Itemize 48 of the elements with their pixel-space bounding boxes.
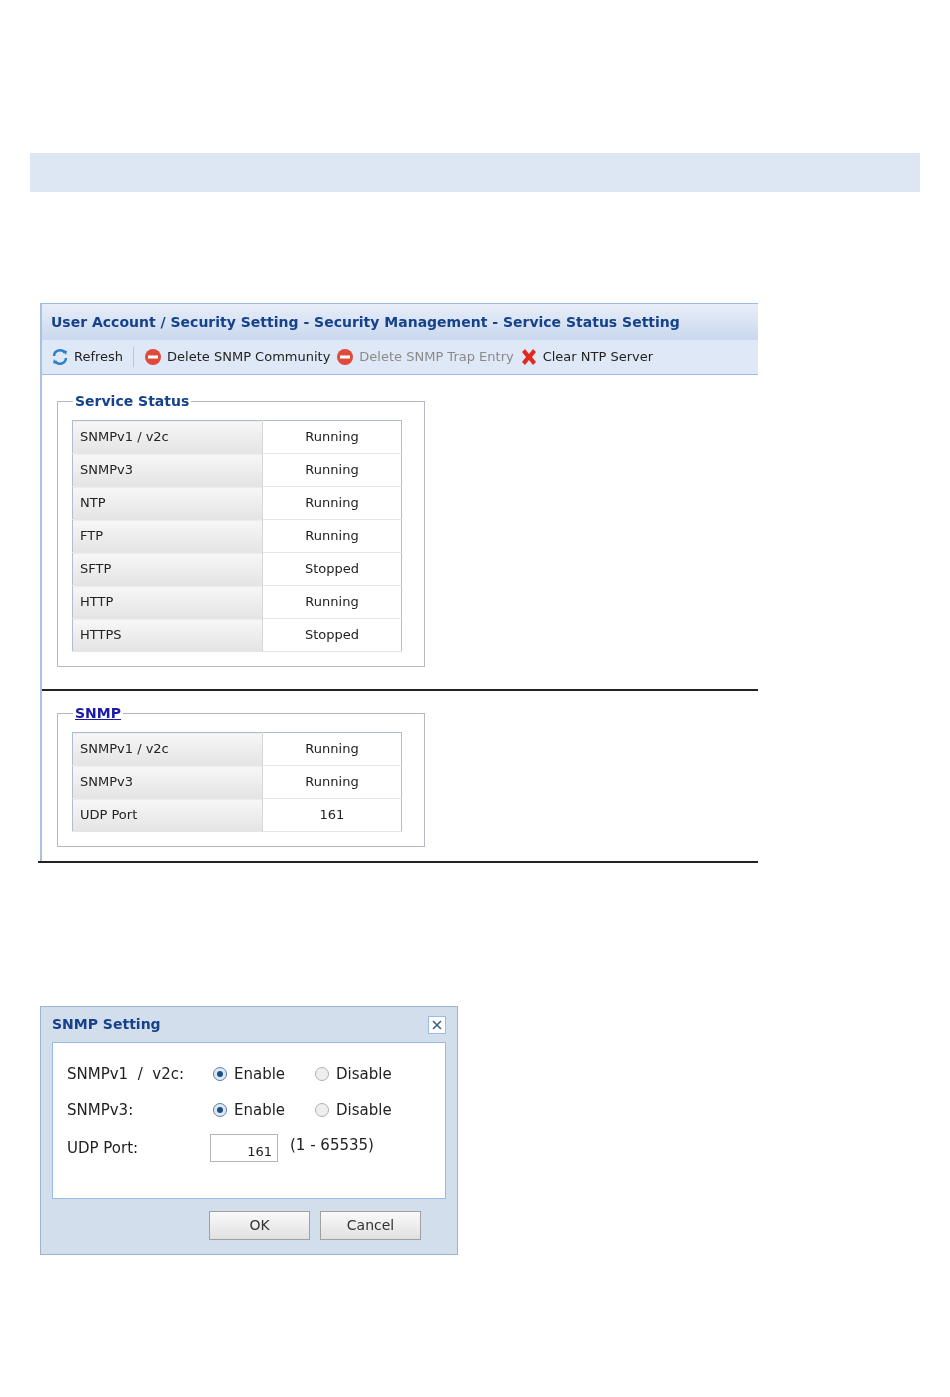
table-cell: Running xyxy=(262,420,402,454)
refresh-icon xyxy=(51,348,69,366)
toolbar-button[interactable]: Refresh xyxy=(51,347,124,367)
table-cell: NTP xyxy=(72,486,263,520)
port-field[interactable]: 161 xyxy=(210,1134,278,1162)
table-cell: Running xyxy=(262,765,402,799)
table-cell: HTTPS xyxy=(72,618,263,652)
toolbar-button[interactable]: Clear NTP Server xyxy=(519,347,654,367)
range-hint: (1 - 65535) xyxy=(290,1134,374,1156)
table-cell: FTP xyxy=(72,519,263,553)
table-cell: 161 xyxy=(262,798,402,832)
close-button[interactable] xyxy=(428,1015,446,1034)
dialog-title: SNMP Setting xyxy=(52,1015,161,1034)
field-label: UDP Port: xyxy=(67,1137,140,1159)
table-cell: Running xyxy=(262,453,402,487)
radio-button[interactable] xyxy=(315,1103,329,1117)
toolbar-button[interactable]: Delete SNMP Community xyxy=(144,347,331,367)
table-cell: Running xyxy=(262,732,402,766)
section-link[interactable]: SNMP xyxy=(73,703,123,724)
section-legend: Service Status xyxy=(73,391,192,412)
table-cell: Stopped xyxy=(262,552,402,586)
radio-button[interactable] xyxy=(213,1067,227,1081)
radio-option[interactable]: Disable xyxy=(315,1098,417,1122)
table-cell: SNMPv3 xyxy=(72,453,263,487)
table-cell: Running xyxy=(262,486,402,520)
table-cell: UDP Port xyxy=(72,798,263,832)
radio-button[interactable] xyxy=(213,1103,227,1117)
radio-button[interactable] xyxy=(315,1067,329,1081)
table-cell: HTTP xyxy=(72,585,263,619)
table-cell: SNMPv1 / v2c xyxy=(72,420,263,454)
table-cell: SFTP xyxy=(72,552,263,586)
cross-icon xyxy=(519,348,538,366)
table-cell: Running xyxy=(262,519,402,553)
field-label: SNMPv3: xyxy=(67,1099,135,1121)
dialog-button[interactable]: OK xyxy=(209,1211,310,1240)
field-label: SNMPv1 / v2c: xyxy=(67,1063,185,1085)
panel-title: User Account / Security Setting - Security Management - Service Status Setting xyxy=(51,312,680,332)
radio-option[interactable]: Enable xyxy=(213,1098,315,1122)
minus-circle-icon xyxy=(336,348,355,366)
radio-option[interactable]: Disable xyxy=(315,1062,417,1086)
dialog-button[interactable]: Cancel xyxy=(320,1211,421,1240)
table-cell: SNMPv3 xyxy=(72,765,263,799)
table-cell: SNMPv1 / v2c xyxy=(72,732,263,766)
table-cell: Stopped xyxy=(262,618,402,652)
close-icon xyxy=(432,1019,442,1030)
radio-option[interactable]: Enable xyxy=(213,1062,315,1086)
table-cell: Running xyxy=(262,585,402,619)
minus-circle-icon xyxy=(144,348,163,366)
